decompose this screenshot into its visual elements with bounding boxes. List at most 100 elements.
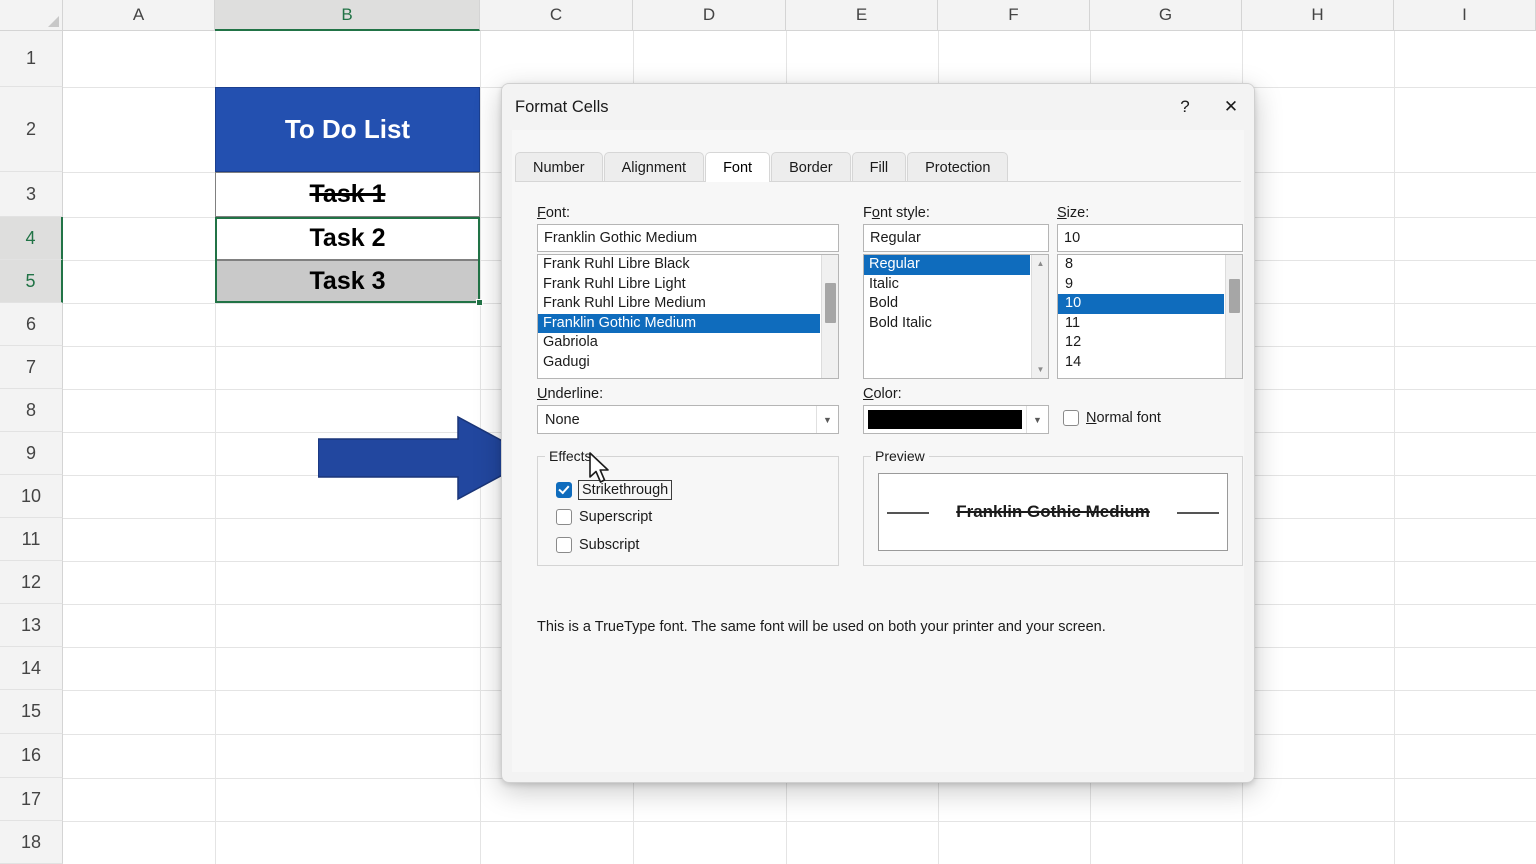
row-header-6[interactable]: 6 bbox=[0, 303, 63, 346]
size-list-scrollbar[interactable] bbox=[1225, 255, 1242, 378]
row-header-1[interactable]: 1 bbox=[0, 31, 63, 87]
size-input[interactable]: 10 bbox=[1057, 224, 1243, 252]
row-header-label: 15 bbox=[20, 701, 42, 721]
font-style-input[interactable]: Regular bbox=[863, 224, 1049, 252]
row-header-13[interactable]: 13 bbox=[0, 604, 63, 647]
size-listbox[interactable]: 8 9 10 11 12 14 bbox=[1057, 254, 1243, 379]
column-header-d[interactable]: D bbox=[633, 0, 786, 31]
color-select[interactable]: ▼ bbox=[863, 405, 1049, 434]
row-header-label: 12 bbox=[20, 571, 42, 592]
normal-font-checkbox-row[interactable]: Normal font bbox=[1063, 410, 1161, 426]
row-header-14[interactable]: 14 bbox=[0, 647, 63, 690]
font-input[interactable]: Franklin Gothic Medium bbox=[537, 224, 839, 252]
font-option-frank-ruhl-libre-light[interactable]: Frank Ruhl Libre Light bbox=[538, 275, 820, 295]
tab-border[interactable]: Border bbox=[771, 152, 851, 182]
tab-alignment[interactable]: Alignment bbox=[603, 152, 705, 182]
tab-number[interactable]: Number bbox=[515, 152, 603, 182]
column-header-b[interactable]: B bbox=[215, 0, 480, 31]
row-header-11[interactable]: 11 bbox=[0, 518, 63, 561]
tab-font[interactable]: Font bbox=[705, 152, 771, 182]
font-option-frank-ruhl-libre-medium[interactable]: Frank Ruhl Libre Medium bbox=[538, 294, 820, 314]
row-header-3[interactable]: 3 bbox=[0, 172, 63, 217]
size-option-9[interactable]: 9 bbox=[1058, 275, 1224, 295]
effects-group: Effects Strikethrough Superscript Subscrip… bbox=[537, 448, 839, 566]
preview-rule-right bbox=[1177, 512, 1219, 514]
font-option-frank-ruhl-libre-black[interactable]: Frank Ruhl Libre Black bbox=[538, 255, 820, 275]
superscript-checkbox[interactable] bbox=[556, 509, 572, 525]
scroll-up-icon[interactable]: ▲ bbox=[1032, 255, 1048, 272]
font-option-gabriola[interactable]: Gabriola bbox=[538, 333, 820, 353]
column-header-label: H bbox=[1311, 5, 1324, 24]
size-option-11[interactable]: 11 bbox=[1058, 314, 1224, 334]
font-style-listbox[interactable]: Regular Italic Bold Bold Italic ▲ ▼ bbox=[863, 254, 1049, 379]
row-header-9[interactable]: 9 bbox=[0, 432, 63, 475]
scroll-down-icon[interactable]: ▼ bbox=[1032, 361, 1048, 378]
preview-group: Preview Franklin Gothic Medium bbox=[863, 448, 1243, 566]
dialog-title: Format Cells bbox=[515, 97, 609, 116]
cell-b4-task2[interactable]: Task 2 bbox=[215, 217, 480, 260]
size-list-scroll-thumb[interactable] bbox=[1229, 279, 1240, 313]
cell-b3-task1[interactable]: Task 1 bbox=[215, 172, 480, 217]
column-header-g[interactable]: G bbox=[1090, 0, 1242, 31]
column-header-e[interactable]: E bbox=[786, 0, 938, 31]
row-header-4[interactable]: 4 bbox=[0, 217, 63, 260]
cell-b5-task3[interactable]: Task 3 bbox=[215, 260, 480, 303]
row-header-12[interactable]: 12 bbox=[0, 561, 63, 604]
color-swatch bbox=[868, 410, 1022, 429]
font-option-franklin-gothic-medium[interactable]: Franklin Gothic Medium bbox=[538, 313, 820, 333]
underline-label: Underline: bbox=[537, 386, 604, 402]
row-header-label: 11 bbox=[21, 528, 41, 549]
subscript-checkbox[interactable] bbox=[556, 537, 572, 553]
row-header-10[interactable]: 10 bbox=[0, 475, 63, 518]
size-option-8[interactable]: 8 bbox=[1058, 255, 1224, 275]
tab-label: Alignment bbox=[621, 159, 687, 176]
font-style-option-bold[interactable]: Bold bbox=[864, 294, 1030, 314]
help-icon[interactable]: ? bbox=[1162, 84, 1208, 130]
color-chevron-down-icon[interactable]: ▼ bbox=[1026, 406, 1048, 433]
tab-protection[interactable]: Protection bbox=[907, 152, 1009, 182]
column-header-label: E bbox=[855, 5, 868, 24]
font-style-option-italic[interactable]: Italic bbox=[864, 275, 1030, 295]
size-option-12[interactable]: 12 bbox=[1058, 333, 1224, 353]
column-header-c[interactable]: C bbox=[480, 0, 633, 31]
select-all-corner[interactable] bbox=[0, 0, 63, 31]
row-header-8[interactable]: 8 bbox=[0, 389, 63, 432]
underline-select[interactable]: None ▼ bbox=[537, 405, 839, 434]
chevron-down-icon[interactable]: ▼ bbox=[816, 406, 838, 433]
size-option-10[interactable]: 10 bbox=[1058, 294, 1224, 314]
row-header-7[interactable]: 7 bbox=[0, 346, 63, 389]
size-option-14[interactable]: 14 bbox=[1058, 353, 1224, 373]
close-icon[interactable]: ✕ bbox=[1208, 84, 1254, 130]
dialog-body: Number Alignment Font Border Fill Protection … bbox=[512, 130, 1244, 772]
column-header-h[interactable]: H bbox=[1242, 0, 1394, 31]
tab-label: Number bbox=[533, 159, 585, 176]
row-header-18[interactable]: 18 bbox=[0, 821, 63, 864]
row-header-2[interactable]: 2 bbox=[0, 87, 63, 172]
font-style-option-bold-italic[interactable]: Bold Italic bbox=[864, 314, 1030, 334]
row-header-15[interactable]: 15 bbox=[0, 690, 63, 734]
normal-font-checkbox[interactable] bbox=[1063, 410, 1079, 426]
effect-row-subscript[interactable]: Subscript bbox=[556, 537, 639, 553]
effect-row-superscript[interactable]: Superscript bbox=[556, 509, 652, 525]
tab-fill[interactable]: Fill bbox=[851, 152, 907, 182]
row-header-5[interactable]: 5 bbox=[0, 260, 63, 303]
font-list-scroll-thumb[interactable] bbox=[825, 283, 836, 323]
column-header-f[interactable]: F bbox=[938, 0, 1090, 31]
font-style-option-regular[interactable]: Regular bbox=[864, 255, 1030, 275]
cell-b2-title[interactable]: To Do List bbox=[215, 87, 480, 172]
font-option-gadugi[interactable]: Gadugi bbox=[538, 353, 820, 373]
row-header-label: 14 bbox=[20, 657, 42, 678]
column-header-i[interactable]: I bbox=[1394, 0, 1536, 31]
preview-text: Franklin Gothic Medium bbox=[956, 502, 1150, 521]
font-style-scrollbar[interactable]: ▲ ▼ bbox=[1031, 255, 1048, 378]
row-header-17[interactable]: 17 bbox=[0, 778, 63, 821]
strikethrough-checkbox[interactable] bbox=[556, 482, 572, 498]
color-label: Color: bbox=[863, 386, 902, 402]
row-header-16[interactable]: 16 bbox=[0, 734, 63, 778]
column-header-a[interactable]: A bbox=[63, 0, 215, 31]
row-header-label: 17 bbox=[20, 788, 42, 809]
effect-row-strikethrough[interactable]: Strikethrough bbox=[556, 480, 673, 500]
font-listbox[interactable]: Frank Ruhl Libre Black Frank Ruhl Libre L… bbox=[537, 254, 839, 379]
font-list-scrollbar[interactable] bbox=[821, 255, 838, 378]
screen: ABCDEFGHI 1 2 3 4 5 6 7 8 9 10 11 12 13 14 15 16 17 18 To… bbox=[0, 0, 1536, 864]
